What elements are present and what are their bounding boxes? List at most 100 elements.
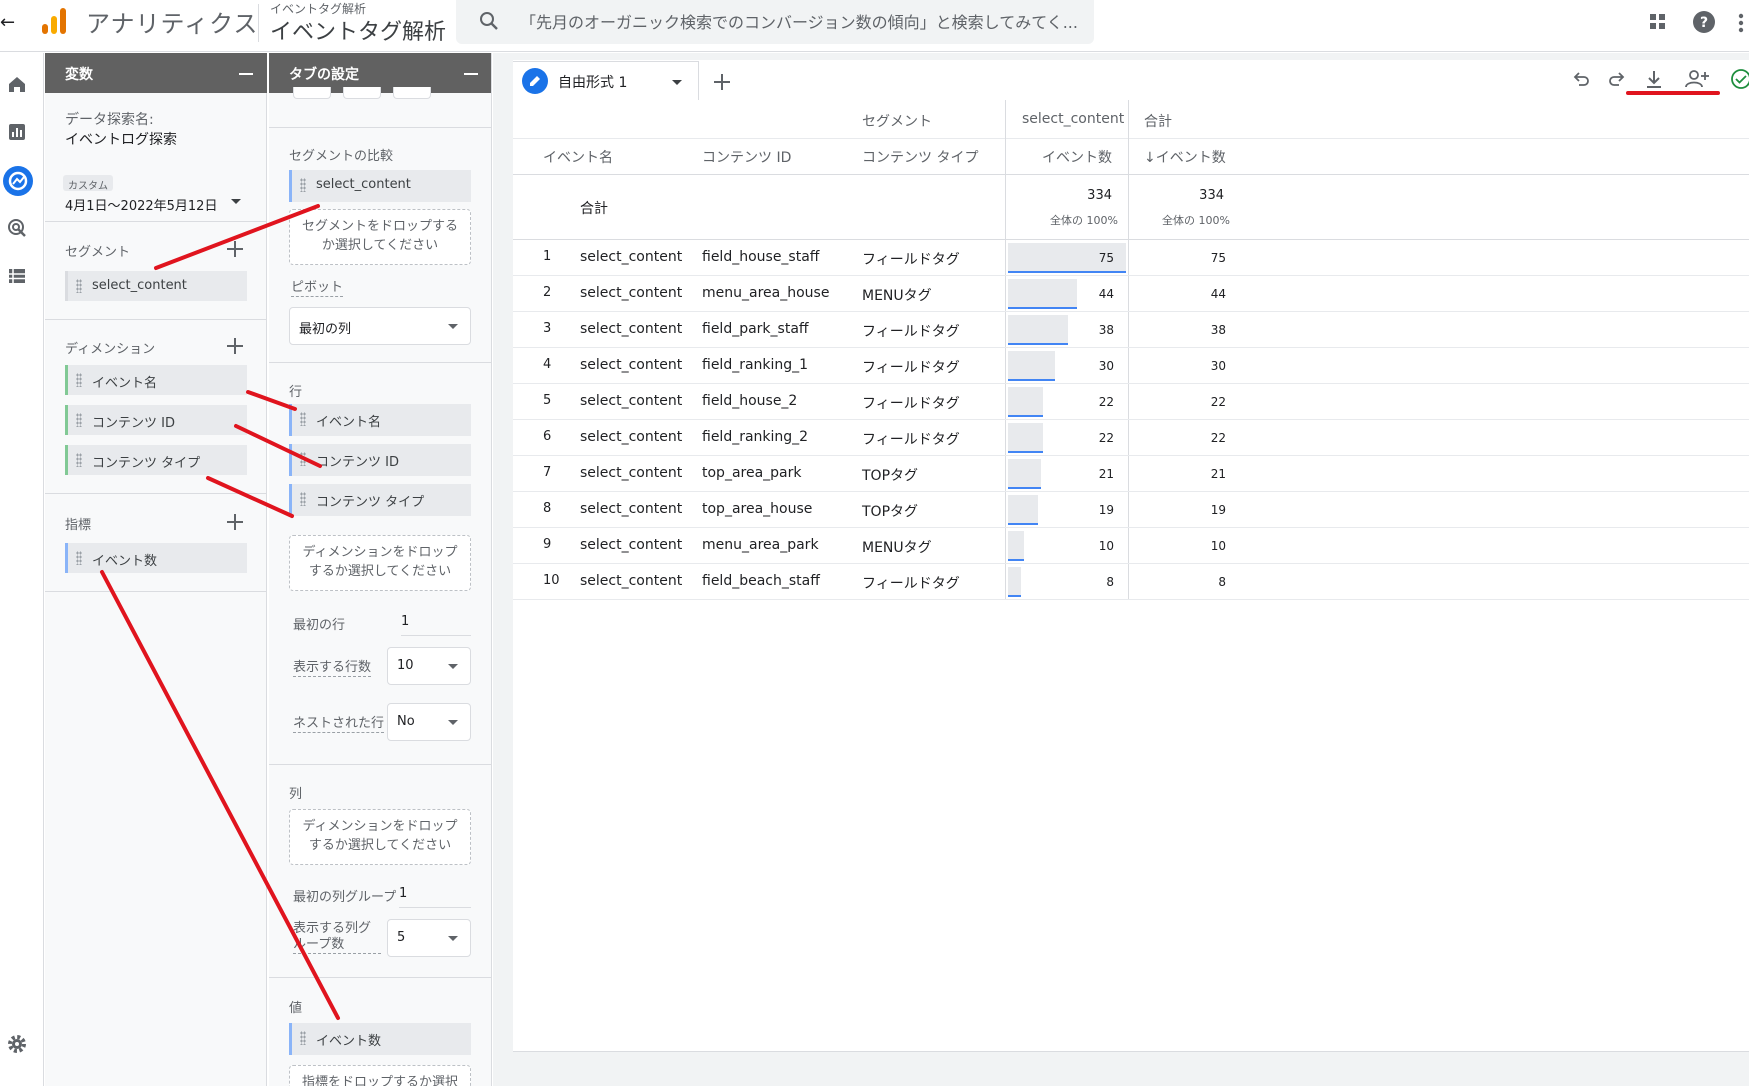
column-event-count-sorted[interactable]: ↓イベント数 [1144, 147, 1226, 167]
undo-icon[interactable] [1570, 68, 1592, 90]
drag-handle-icon[interactable] [300, 178, 306, 192]
add-tab-icon[interactable] [712, 72, 732, 92]
drag-handle-icon[interactable] [76, 279, 82, 293]
drag-handle-icon[interactable] [76, 551, 82, 565]
back-arrow-icon[interactable]: ← [0, 12, 15, 33]
help-icon[interactable]: ? [1692, 10, 1716, 34]
settings-gear-icon[interactable] [6, 1033, 28, 1055]
drag-handle-icon[interactable] [300, 1031, 306, 1045]
share-add-person-icon[interactable] [1684, 68, 1710, 90]
segment-drop-zone[interactable]: セグメントをドロップするか選択してください [289, 209, 471, 265]
property-name[interactable]: イベントタグ解析 [270, 14, 446, 46]
collapse-variables-icon[interactable] [239, 73, 253, 75]
add-metric-icon[interactable] [227, 514, 243, 530]
date-range[interactable]: 4月1日～2022年5月12日 [65, 195, 217, 214]
explore-icon[interactable] [2, 165, 34, 197]
columns-drop-zone[interactable]: ディメンションをドロップするか選択してください [289, 809, 471, 865]
cell-content-type: MENUタグ [862, 288, 932, 304]
add-segment-icon[interactable] [227, 241, 243, 257]
row-number: 5 [543, 393, 552, 408]
cell-event-count: 8 [1106, 575, 1114, 589]
table-row[interactable] [513, 564, 1749, 600]
download-icon[interactable] [1643, 68, 1665, 90]
more-vert-icon[interactable] [1736, 12, 1746, 34]
table-row[interactable] [513, 348, 1749, 384]
divider [45, 319, 267, 320]
tab-menu-caret-icon[interactable] [672, 80, 682, 85]
cell-event-name: select_content [580, 357, 683, 373]
table-row[interactable] [513, 312, 1749, 348]
column-event-name[interactable]: イベント名 [543, 147, 613, 167]
drag-handle-icon[interactable] [76, 373, 82, 387]
collapse-tab-settings-icon[interactable] [464, 73, 478, 75]
column-event-count[interactable]: イベント数 [1042, 147, 1112, 167]
first-row-label: 最初の行 [293, 618, 346, 633]
reports-icon[interactable] [6, 121, 28, 143]
redo-icon[interactable] [1606, 68, 1628, 90]
row-divider [513, 174, 1749, 175]
column-content-id[interactable]: コンテンツ ID [702, 147, 791, 167]
apps-grid-icon[interactable] [1648, 12, 1668, 32]
dimension-chip-event-name[interactable]: イベント名 [65, 365, 247, 395]
search-input[interactable] [520, 8, 1090, 36]
first-row-input[interactable]: 1 [401, 614, 471, 636]
cell-content-type: TOPタグ [862, 504, 919, 520]
segment-chip[interactable]: select_content [65, 271, 247, 301]
values-drop-zone[interactable]: 指標をドロップするか選択 [289, 1065, 471, 1086]
cell-total: 38 [1210, 323, 1226, 337]
row-chip-event-name[interactable]: イベント名 [289, 404, 471, 436]
segment-compare-chip[interactable]: select_content [289, 170, 471, 202]
drag-handle-icon[interactable] [76, 453, 82, 467]
table-row[interactable] [513, 276, 1749, 312]
rows-label: 行 [289, 385, 303, 400]
rows-drop-zone[interactable]: ディメンションをドロップするか選択してください [289, 535, 471, 591]
dimension-chip-content-type[interactable]: コンテンツ タイプ [65, 445, 247, 475]
drag-handle-icon[interactable] [300, 492, 306, 506]
configure-list-icon[interactable] [6, 265, 28, 287]
values-chip-event-count[interactable]: イベント数 [289, 1023, 471, 1055]
cell-event-name: select_content [580, 285, 683, 301]
exploration-name[interactable]: イベントログ探索 [65, 129, 177, 149]
metric-chip-event-count[interactable]: イベント数 [65, 543, 247, 573]
add-dimension-icon[interactable] [227, 338, 243, 354]
show-col-groups-select[interactable]: 5 [387, 919, 471, 957]
cell-content-id: field_park_staff [702, 321, 809, 337]
cell-content-id: top_area_park [702, 465, 802, 481]
grand-total-value: 334 [1199, 188, 1224, 203]
home-icon[interactable] [6, 73, 28, 95]
nested-rows-select[interactable]: No [387, 703, 471, 741]
drag-handle-icon[interactable] [300, 412, 306, 426]
search-icon[interactable] [478, 10, 500, 32]
metrics-label: 指標 [65, 518, 92, 533]
tab-label[interactable]: 自由形式 1 [558, 72, 627, 92]
column-content-type[interactable]: コンテンツ タイプ [862, 147, 978, 167]
date-range-caret-icon[interactable] [231, 199, 241, 204]
divider [45, 221, 267, 222]
saved-check-icon[interactable] [1730, 68, 1749, 90]
segment-header: セグメント [862, 114, 932, 130]
pivot-select[interactable]: 最初の列 [289, 307, 471, 345]
row-chip-content-type[interactable]: コンテンツ タイプ [289, 484, 471, 516]
table-row[interactable] [513, 528, 1749, 564]
show-rows-select[interactable]: 10 [387, 647, 471, 685]
row-chip-content-id[interactable]: コンテンツ ID [289, 444, 471, 476]
table-row[interactable] [513, 420, 1749, 456]
dropdown-caret-icon [448, 936, 458, 941]
table-row[interactable] [513, 384, 1749, 420]
table-row[interactable] [513, 456, 1749, 492]
dimension-chip-content-id[interactable]: コンテンツ ID [65, 405, 247, 435]
table-row[interactable] [513, 240, 1749, 276]
first-col-group-input[interactable]: 1 [399, 886, 471, 908]
divider [45, 493, 267, 494]
edit-pencil-icon[interactable] [522, 68, 548, 94]
show-rows-label: 表示する行数 [293, 660, 372, 677]
drag-handle-icon[interactable] [76, 413, 82, 427]
technique-button[interactable] [293, 87, 331, 99]
table-row[interactable] [513, 492, 1749, 528]
advertising-icon[interactable] [6, 217, 28, 239]
row-number: 6 [543, 429, 552, 444]
technique-button[interactable] [393, 87, 431, 99]
bar-fill [1008, 307, 1077, 309]
technique-button[interactable] [343, 87, 381, 99]
drag-handle-icon[interactable] [300, 452, 306, 466]
